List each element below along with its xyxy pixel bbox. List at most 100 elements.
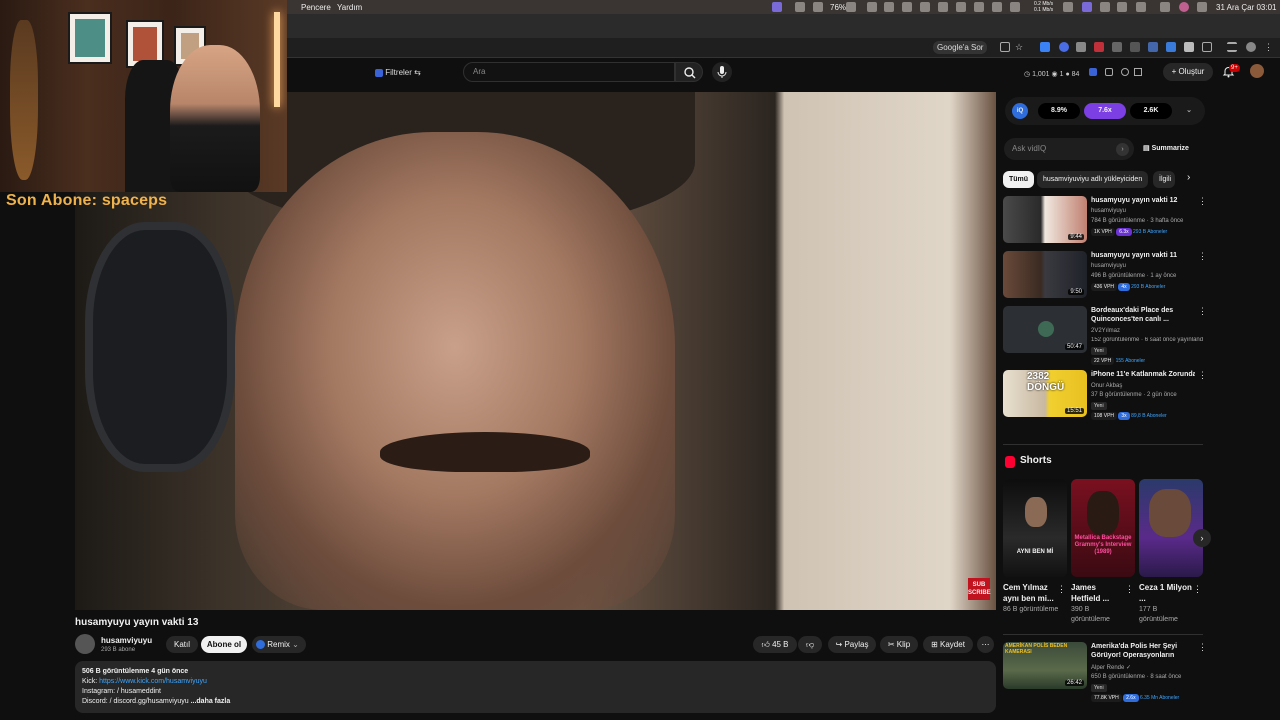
chip-uploader[interactable]: husamviyuviyu adlı yükleyiciden: [1037, 171, 1149, 188]
video-thumbnail[interactable]: AMERİKAN POLİS BEDEN KAMERASI 26:42: [1003, 642, 1087, 689]
rec-channel[interactable]: husamviyuyu: [1091, 208, 1126, 214]
star-icon[interactable]: ☆: [1015, 42, 1025, 52]
status-icon[interactable]: [813, 2, 823, 12]
extension-icon[interactable]: [1059, 42, 1069, 52]
avatar[interactable]: [1250, 64, 1264, 78]
more-dots-icon[interactable]: ⋮: [1198, 196, 1207, 207]
volume-icon[interactable]: [1117, 2, 1127, 12]
voice-search-button[interactable]: [712, 62, 732, 82]
search-button[interactable]: [675, 62, 703, 82]
send-arrow-icon[interactable]: ›: [1116, 143, 1129, 156]
subscribe-button[interactable]: Abone ol: [201, 636, 247, 653]
chevron-right-icon[interactable]: ›: [1193, 529, 1211, 547]
rec-channel[interactable]: 2V2Yılmaz: [1091, 328, 1120, 334]
google-ask-button[interactable]: Google'a Sor: [933, 41, 988, 54]
rec-title[interactable]: Bordeaux'daki Place des Quinconces'ten c…: [1091, 306, 1195, 324]
search-input[interactable]: Ara: [463, 62, 675, 82]
rec-title[interactable]: husamyuyu yayın vakti 12: [1091, 196, 1195, 205]
more-dots-icon[interactable]: ⋮: [1198, 306, 1207, 317]
extension-icon[interactable]: [1112, 42, 1122, 52]
share-button[interactable]: ↪ Paylaş: [828, 636, 876, 653]
menu-item-help[interactable]: Yardım: [337, 3, 362, 12]
more-actions-button[interactable]: ⋯: [977, 636, 994, 653]
cast-icon[interactable]: [1000, 42, 1010, 52]
channel-avatar[interactable]: [75, 634, 95, 654]
moon-icon[interactable]: [867, 2, 877, 12]
video-thumbnail[interactable]: 9:44: [1003, 196, 1087, 243]
create-button[interactable]: + Oluştur: [1163, 63, 1213, 81]
like-button[interactable]: 👍︎ 45 B: [753, 636, 797, 653]
video-thumbnail[interactable]: 9:50: [1003, 251, 1087, 298]
rec-channel[interactable]: husamviyuyu: [1091, 263, 1126, 269]
status-icon[interactable]: [1100, 2, 1110, 12]
recommendation-item[interactable]: 9:50 husamyuyu yayın vakti 11 husamviyuy…: [1003, 251, 1207, 301]
trophy-icon[interactable]: [1121, 68, 1130, 76]
extension-icon[interactable]: [1134, 68, 1143, 76]
vidiq-icon[interactable]: [1089, 68, 1098, 76]
battery-icon[interactable]: [846, 2, 856, 12]
status-icon[interactable]: [920, 2, 930, 12]
rec-channel[interactable]: Onur Akbaş: [1091, 383, 1122, 389]
status-icon[interactable]: [938, 2, 948, 12]
rec-title[interactable]: Amerika'da Polis Her Şeyi Görüyor! Opera…: [1091, 642, 1195, 660]
description-box[interactable]: 506 B görüntülenme 4 gün önce Kick: http…: [75, 661, 996, 713]
recommendation-item[interactable]: 9:44 husamyuyu yayın vakti 12 husamviyuy…: [1003, 196, 1207, 246]
rec-title[interactable]: iPhone 11'e Katlanmak Zorunda: [1091, 370, 1195, 379]
short-title[interactable]: Ceza 1 Milyon ...: [1139, 582, 1195, 604]
channel-name[interactable]: husamviyuyu: [101, 636, 152, 645]
more-dots-icon[interactable]: ⋮: [1198, 370, 1207, 381]
extension-icon[interactable]: [1040, 42, 1050, 52]
control-center-icon[interactable]: [1197, 2, 1207, 12]
short-title[interactable]: James Hetfield ...: [1071, 582, 1127, 604]
short-title[interactable]: Cem Yılmaz aynı ben mi...: [1003, 582, 1059, 604]
status-icon[interactable]: [992, 2, 1002, 12]
short-thumbnail[interactable]: AYNI BEN Mİ: [1003, 479, 1067, 577]
bluetooth-icon[interactable]: [902, 2, 912, 12]
more-dots-icon[interactable]: ⋮: [1125, 584, 1134, 595]
dislike-button[interactable]: 👎︎: [798, 636, 822, 653]
status-icon[interactable]: [974, 2, 984, 12]
summarize-button[interactable]: ▤ Summarize: [1143, 144, 1189, 152]
chevron-right-icon[interactable]: ›: [1187, 172, 1190, 183]
rec-title[interactable]: husamyuyu yayın vakti 11: [1091, 251, 1195, 260]
wifi-icon[interactable]: [1160, 2, 1170, 12]
video-thumbnail[interactable]: 2382 DÖNGÜ 15:51: [1003, 370, 1087, 417]
join-button[interactable]: Katıl: [166, 636, 198, 653]
more-dots-icon[interactable]: ⋮: [1193, 584, 1202, 595]
screen-record-icon[interactable]: [772, 2, 782, 12]
remix-button[interactable]: Remix ⌄: [252, 636, 306, 653]
extension-icon[interactable]: [1094, 42, 1104, 52]
status-icon[interactable]: [1082, 2, 1092, 12]
extension-icon[interactable]: [1148, 42, 1158, 52]
clip-button[interactable]: ✂ Klip: [880, 636, 918, 653]
shield-icon[interactable]: [1184, 42, 1194, 52]
profile-icon[interactable]: [1246, 42, 1256, 52]
extension-icon[interactable]: [1105, 68, 1114, 76]
show-more-link[interactable]: ...daha fazla: [191, 698, 231, 705]
short-thumbnail[interactable]: [1139, 479, 1203, 577]
puzzle-icon[interactable]: [1202, 42, 1212, 52]
status-icon[interactable]: [956, 2, 966, 12]
status-icon[interactable]: [1010, 2, 1020, 12]
recommendation-item[interactable]: 50:47 Bordeaux'daki Place des Quinconces…: [1003, 306, 1207, 365]
display-icon[interactable]: [884, 2, 894, 12]
extension-icon[interactable]: [1166, 42, 1176, 52]
menu-dots-icon[interactable]: ⋮: [1264, 42, 1274, 52]
chevron-down-icon[interactable]: ⌄: [1183, 103, 1195, 119]
save-button[interactable]: ⊞ Kaydet: [923, 636, 973, 653]
status-icon[interactable]: [1136, 2, 1146, 12]
vidiq-logo[interactable]: iQ: [1012, 103, 1028, 119]
user-icon[interactable]: [1179, 2, 1189, 12]
chip-all[interactable]: Tümü: [1003, 171, 1035, 188]
video-thumbnail[interactable]: 50:47: [1003, 306, 1087, 353]
chip-related[interactable]: İlgili: [1153, 171, 1175, 188]
filters-button[interactable]: Filtreler ⇆: [369, 65, 427, 80]
rec-channel[interactable]: Alper Rende ✓: [1091, 664, 1131, 671]
short-thumbnail[interactable]: Metallica Backstage Grammy's Interview (…: [1071, 479, 1135, 577]
extension-icon[interactable]: [1076, 42, 1086, 52]
more-dots-icon[interactable]: ⋮: [1057, 584, 1066, 595]
sidebar-icon[interactable]: [1227, 42, 1237, 52]
more-dots-icon[interactable]: ⋮: [1198, 251, 1207, 262]
status-icon[interactable]: [795, 2, 805, 12]
more-dots-icon[interactable]: ⋮: [1198, 642, 1207, 653]
